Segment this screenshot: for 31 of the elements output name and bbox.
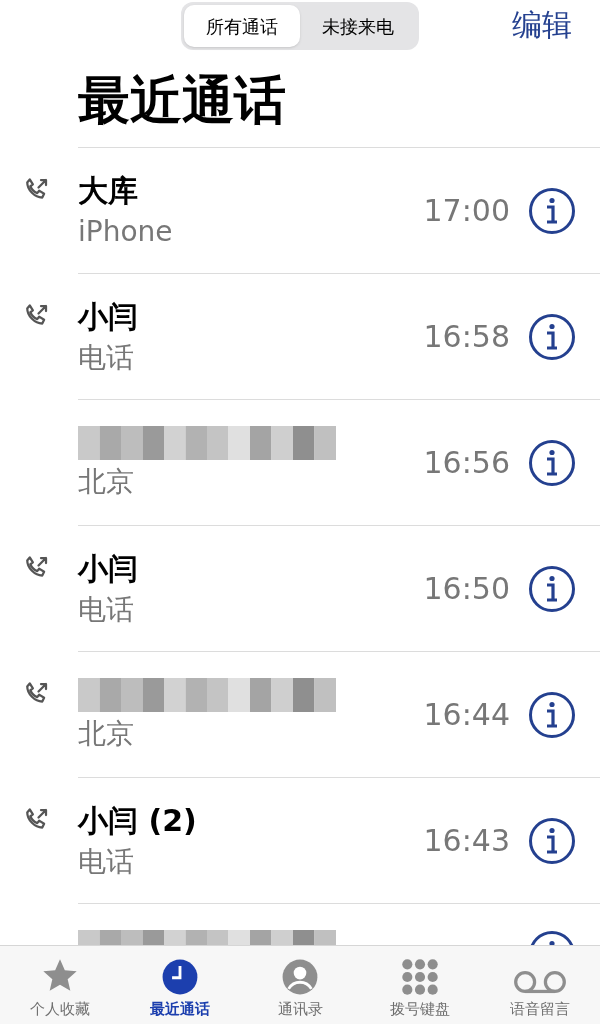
segment-tab[interactable]: 所有通话 [184,5,300,47]
call-time: 16:43 [423,822,510,860]
call-time: 17:00 [423,192,510,230]
page-title: 最近通话 [78,73,286,126]
edit-button[interactable]: 编辑 [512,2,572,47]
call-time: 16:58 [423,318,510,356]
contact-name: 小闫 (2) [78,802,198,840]
contact-name: 小闫 [78,550,139,588]
call-row[interactable]: 小闫 电话 16:50 [0,525,600,651]
contact-name: 大库 [78,172,139,210]
call-row[interactable]: 小闫 电话 16:58 [0,273,600,399]
call-label: 北京 [78,716,135,751]
call-label: 电话 [78,339,135,375]
tab-item[interactable]: 通讯录 [240,946,360,1024]
call-row[interactable]: 大库 iPhone 17:00 [0,147,600,273]
tab-item[interactable]: 拨号键盘 [360,946,480,1024]
call-time: 16:56 [423,444,510,482]
segment-tab[interactable]: 未接来电 [300,5,416,47]
call-time: 16:44 [423,696,510,734]
tab-item[interactable]: 个人收藏 [0,946,120,1024]
call-label: 电话 [78,591,135,627]
call-row[interactable]: 小闫 (2) 电话 16:43 [0,777,600,903]
call-label: 电话 [78,843,135,879]
call-row[interactable]: 北京 16:44 [0,651,600,777]
tab-item[interactable]: 最近通话 [120,946,240,1024]
call-time: 16:50 [423,570,510,608]
tab-item[interactable]: 语音留言 [480,946,600,1024]
call-label: 北京 [78,464,135,499]
contact-name: 小闫 [78,298,139,336]
call-row[interactable]: 北京 16:56 [0,399,600,525]
call-label: iPhone [78,213,174,249]
